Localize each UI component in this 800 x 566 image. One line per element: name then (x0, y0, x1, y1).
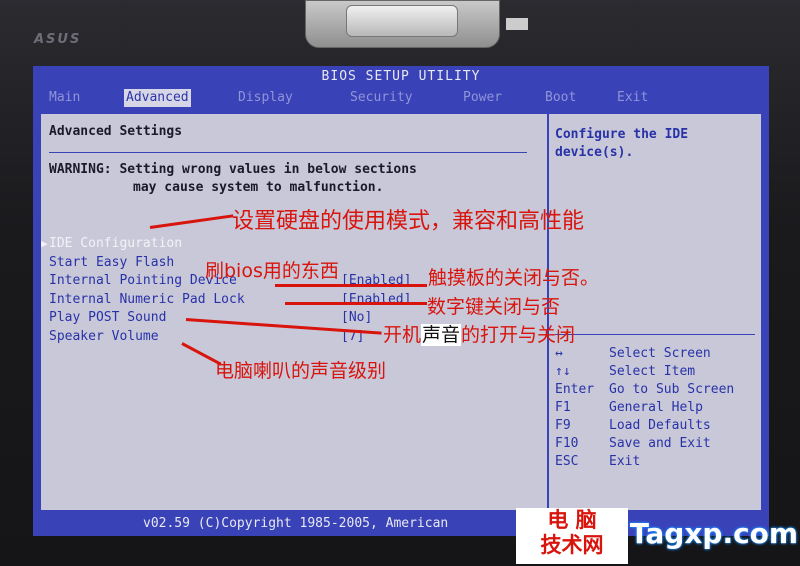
menu-security[interactable]: Security (350, 89, 413, 107)
key-name: ↑↓ (555, 364, 571, 379)
setting-internal-numeric-pad-lock[interactable]: Internal Numeric Pad Lock (49, 292, 245, 307)
help-pane: Configure the IDE device(s). ↔ Select Scr… (547, 114, 763, 510)
key-action: Save and Exit (609, 436, 711, 451)
key-action: Select Screen (609, 346, 711, 361)
setting-ide-configuration[interactable]: IDE Configuration (49, 236, 182, 251)
brand-logo: ASUS (34, 32, 82, 47)
annotation-line-numpad (285, 302, 427, 305)
bezel-sticker (506, 18, 528, 30)
hinge-latch (346, 5, 458, 37)
key-legend-row: ↑↓ Select Item (555, 364, 695, 379)
bios-screen: BIOS SETUP UTILITY Main Advanced Display… (33, 66, 769, 536)
key-name: Enter (555, 382, 595, 397)
menu-main[interactable]: Main (49, 89, 80, 107)
setting-play-post-sound[interactable]: Play POST Sound (49, 310, 166, 325)
annotation-line-pointing (275, 284, 427, 287)
menu-boot[interactable]: Boot (545, 89, 576, 107)
key-action: Select Item (609, 364, 696, 379)
key-action: Exit (609, 454, 641, 469)
annotation-sound: 开机声音的打开与关闭 (383, 320, 575, 347)
key-legend-row: ↔ Select Screen (555, 346, 711, 361)
bios-title: BIOS SETUP UTILITY (321, 69, 481, 84)
key-name: ESC (555, 454, 579, 469)
selection-pointer-icon: ▶ (41, 237, 48, 250)
annotation-pointing: 触摸板的关闭与否。 (428, 267, 600, 289)
annotation-sound-post: 的打开与关闭 (461, 324, 576, 346)
key-name: F10 (555, 436, 579, 451)
menu-display[interactable]: Display (238, 89, 293, 107)
key-action: General Help (609, 400, 703, 415)
value-play-post-sound[interactable]: [No] (341, 310, 372, 325)
annotation-numpad: 数字键关闭与否 (427, 296, 561, 318)
warning-line-2: may cause system to malfunction. (133, 180, 384, 195)
pane-title: Advanced Settings (49, 124, 183, 139)
copyright-text: v02.59 (C)Copyright 1985-2005, American (143, 516, 449, 531)
key-legend-row: Enter Go to Sub Screen (555, 382, 734, 397)
menu-bar: Main Advanced Display Security Power Boo… (33, 88, 769, 108)
watermark-line-1: 电 脑 (547, 508, 597, 532)
watermark-line-2: 技术网 (540, 533, 604, 557)
menu-power[interactable]: Power (463, 89, 502, 107)
key-legend-row: F9 Load Defaults (555, 418, 711, 433)
key-action: Load Defaults (609, 418, 711, 433)
warning-line-1: WARNING: Setting wrong values in below s… (49, 162, 417, 177)
menu-exit[interactable]: Exit (617, 89, 648, 107)
content-area: Advanced Settings WARNING: Setting wrong… (41, 114, 761, 510)
menu-advanced[interactable]: Advanced (124, 89, 191, 107)
laptop-hinge (305, 0, 500, 48)
help-divider (555, 334, 755, 335)
key-name: F9 (555, 418, 571, 433)
key-action: Go to Sub Screen (609, 382, 735, 397)
annotation-speaker: 电脑喇叭的声音级别 (215, 360, 387, 382)
key-legend-row: F1 General Help (555, 400, 703, 415)
annotation-sound-highlight: 声音 (421, 324, 462, 346)
key-legend-row: ESC Exit (555, 454, 640, 469)
annotation-ide: 设置硬盘的使用模式，兼容和高性能 (232, 209, 585, 234)
watermark-site: Tagxp.com (629, 517, 799, 550)
key-name: F1 (555, 400, 571, 415)
setting-speaker-volume[interactable]: Speaker Volume (49, 329, 159, 344)
annotation-flash: 刷bios用的东西 (205, 260, 339, 282)
key-legend-row: F10 Save and Exit (555, 436, 711, 451)
key-name: ↔ (555, 346, 563, 361)
annotation-sound-pre: 开机 (383, 324, 422, 346)
setting-start-easy-flash[interactable]: Start Easy Flash (49, 255, 174, 270)
watermark-logo: 电 脑技术网 (516, 508, 628, 564)
divider (49, 152, 527, 153)
help-text: Configure the IDE device(s). (555, 127, 689, 160)
